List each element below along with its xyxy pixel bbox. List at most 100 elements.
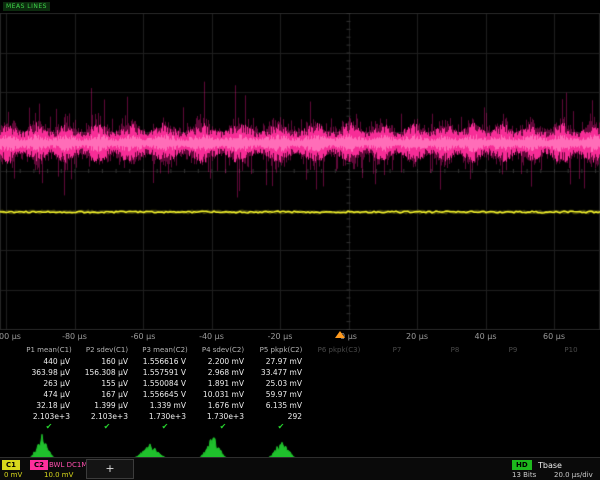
time-tick-label: -40 µs — [199, 332, 224, 341]
time-tick-label: 20 µs — [406, 332, 428, 341]
channel-c1-scale: 10.0 mV — [44, 471, 73, 479]
measure-value: 27.97 mV — [252, 356, 310, 367]
measure-value — [310, 367, 368, 378]
time-tick-label: -60 µs — [131, 332, 156, 341]
measure-value — [368, 411, 426, 422]
measure-value: 160 µV — [78, 356, 136, 367]
measure-value: 1.730e+3 — [194, 411, 252, 422]
trigger-position-marker[interactable] — [335, 331, 345, 338]
measure-value: 167 µV — [78, 389, 136, 400]
measure-column-header[interactable]: P5 pkpk(C2) — [252, 345, 310, 356]
measure-value — [542, 367, 600, 378]
time-axis: -100 µs-80 µs-60 µs-40 µs-20 µs0 µs20 µs… — [0, 330, 600, 344]
measure-value — [368, 400, 426, 411]
measure-value: 2.200 mV — [194, 356, 252, 367]
measure-value: 155 µV — [78, 378, 136, 389]
measure-column-header[interactable]: P4 sdev(C2) — [194, 345, 252, 356]
channel-c1-chip[interactable]: C1 — [2, 460, 20, 470]
measure-value: 363.98 µV — [20, 367, 78, 378]
measure-value: 292 — [252, 411, 310, 422]
measure-status-check: ✔ — [194, 422, 252, 433]
measure-status-check — [368, 422, 426, 433]
measure-value: 25.03 mV — [252, 378, 310, 389]
measure-table: P1 mean(C1)P2 sdev(C1)P3 mean(C2)P4 sdev… — [0, 345, 600, 433]
measure-value — [542, 400, 600, 411]
measure-status-check: ✔ — [78, 422, 136, 433]
add-trace-button[interactable]: + — [86, 459, 134, 479]
measure-value — [542, 356, 600, 367]
measure-value: 263 µV — [20, 378, 78, 389]
measure-value: 1.891 mV — [194, 378, 252, 389]
timebase-label[interactable]: Tbase — [538, 461, 562, 470]
measure-value — [484, 367, 542, 378]
measure-value — [484, 400, 542, 411]
measure-value — [426, 356, 484, 367]
time-tick-label: 60 µs — [543, 332, 565, 341]
measure-value — [310, 411, 368, 422]
measure-value: 1.550084 V — [136, 378, 194, 389]
status-badge: MEAS LINES — [3, 2, 50, 11]
measure-value — [484, 378, 542, 389]
measure-value — [368, 367, 426, 378]
measure-column-header[interactable]: P7 — [368, 345, 426, 356]
channel-c2-chip[interactable]: C2 — [30, 460, 48, 470]
measure-value — [542, 389, 600, 400]
measure-value — [310, 356, 368, 367]
time-tick-label: -20 µs — [268, 332, 293, 341]
oscilloscope-screen: MEAS LINES -100 µs -80 µs -60 µs -40 µs -20 … — [0, 0, 600, 480]
measure-value: 1.339 mV — [136, 400, 194, 411]
measure-value — [426, 400, 484, 411]
measure-value: 474 µV — [20, 389, 78, 400]
measure-value: 33.477 mV — [252, 367, 310, 378]
measure-column-header[interactable]: P10 — [542, 345, 600, 356]
measure-status-check: ✔ — [20, 422, 78, 433]
measure-value: 1.730e+3 — [136, 411, 194, 422]
histicon-strip — [0, 433, 600, 459]
measure-column-header[interactable]: P2 sdev(C1) — [78, 345, 136, 356]
measure-value: 2.103e+3 — [78, 411, 136, 422]
measure-value: 1.399 µV — [78, 400, 136, 411]
measure-value — [484, 411, 542, 422]
measure-status-check — [542, 422, 600, 433]
measure-value — [542, 411, 600, 422]
measure-value: 440 µV — [20, 356, 78, 367]
measure-value — [484, 389, 542, 400]
measure-value: 1.556616 V — [136, 356, 194, 367]
measure-value — [484, 356, 542, 367]
measure-column-header[interactable]: P8 — [426, 345, 484, 356]
measure-status-check — [484, 422, 542, 433]
hd-badge: HD — [512, 460, 532, 470]
time-tick-label: 40 µs — [475, 332, 497, 341]
measure-status-check — [426, 422, 484, 433]
time-tick-label: -80 µs — [62, 332, 87, 341]
measure-value: 2.968 mV — [194, 367, 252, 378]
measure-value: 156.308 µV — [78, 367, 136, 378]
measure-value: 6.135 mV — [252, 400, 310, 411]
measure-column-header[interactable]: P9 — [484, 345, 542, 356]
time-tick-label: -100 µs — [0, 332, 21, 341]
measure-value — [426, 411, 484, 422]
measure-status-check — [310, 422, 368, 433]
measure-value — [310, 400, 368, 411]
measure-value — [368, 389, 426, 400]
channel-c2-coupling: BWL DC1M — [49, 461, 87, 469]
timebase-bits: 13 Bits — [512, 471, 536, 479]
measure-status-check: ✔ — [136, 422, 194, 433]
measure-column-header[interactable]: P6 pkpk(C3) — [310, 345, 368, 356]
measure-status-check: ✔ — [252, 422, 310, 433]
measure-value — [310, 378, 368, 389]
measure-value: 1.556645 V — [136, 389, 194, 400]
measure-column-header[interactable]: P3 mean(C2) — [136, 345, 194, 356]
measure-column-header[interactable]: P1 mean(C1) — [20, 345, 78, 356]
measure-value: 2.103e+3 — [20, 411, 78, 422]
waveform-display[interactable] — [0, 13, 600, 330]
measure-value: 10.031 mV — [194, 389, 252, 400]
bottom-bar: C1 C2 BWL DC1M 0 mV 10.0 mV + HD Tbase 1… — [0, 457, 600, 480]
measure-value — [368, 356, 426, 367]
measure-value — [426, 367, 484, 378]
measure-value — [426, 378, 484, 389]
measure-value — [542, 378, 600, 389]
measure-value: 59.97 mV — [252, 389, 310, 400]
measure-value: 32.18 µV — [20, 400, 78, 411]
measure-value — [426, 389, 484, 400]
